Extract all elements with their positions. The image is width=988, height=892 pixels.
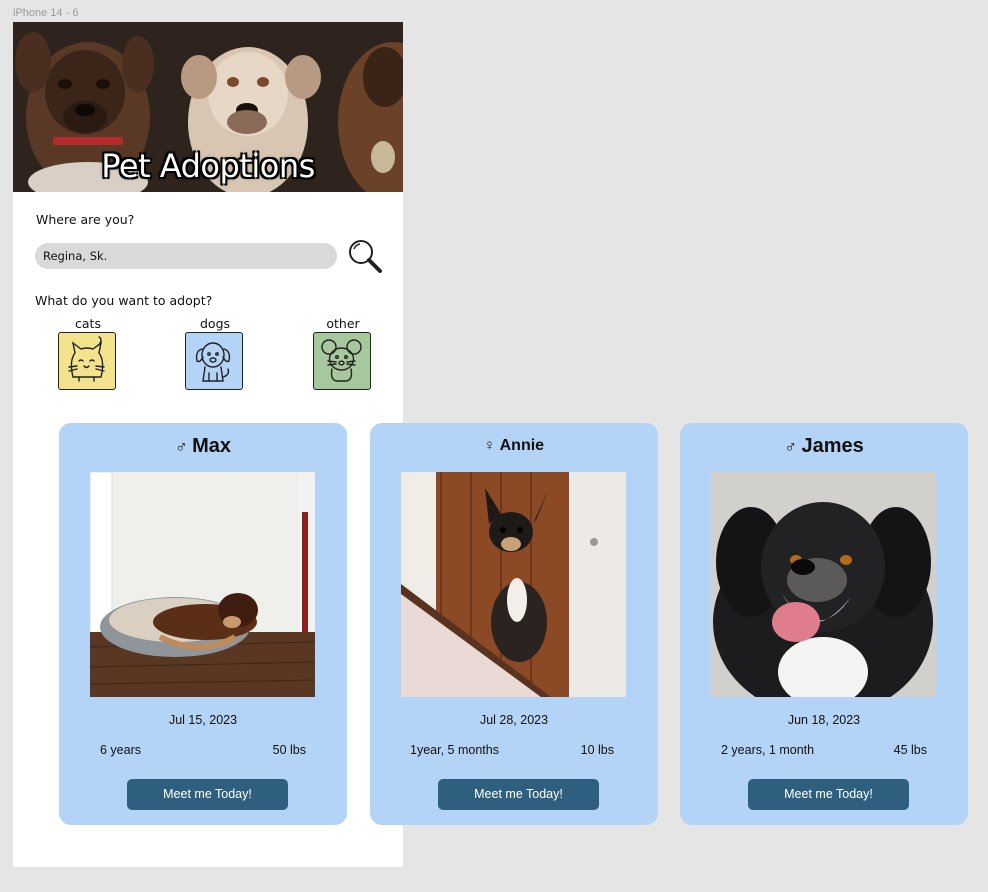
pet-card-annie[interactable]: ♀ Annie Jul 28, 2023 1year, 5 months 10 … <box>370 423 658 825</box>
page-title: Pet Adoptions <box>101 147 315 185</box>
pet-card-max[interactable]: ♂ Max Jul 15, 2023 6 years 50 lbs Meet m… <box>59 423 347 825</box>
meet-button[interactable]: Meet me Today! <box>748 779 909 810</box>
cat-icon <box>68 336 105 382</box>
pet-date: Jun 18, 2023 <box>787 713 861 727</box>
category-button-cats[interactable] <box>58 332 116 390</box>
pet-name: Annie <box>499 437 545 454</box>
pet-date: Jul 15, 2023 <box>168 713 238 727</box>
pet-weight: 10 lbs <box>580 743 614 757</box>
hero-banner: Pet Adoptions <box>13 22 403 192</box>
dog-icon <box>195 342 231 382</box>
pet-date: Jul 28, 2023 <box>479 713 549 727</box>
adopt-question: What do you want to adopt? <box>35 293 213 308</box>
pet-name-heading: ♀ Annie <box>370 437 658 455</box>
category-label-dogs: dogs <box>199 316 231 331</box>
male-icon: ♂ <box>784 437 797 456</box>
pet-name-heading: ♂ Max <box>59 435 347 458</box>
category-button-other[interactable] <box>313 332 371 390</box>
meet-button[interactable]: Meet me Today! <box>438 779 599 810</box>
location-question: Where are you? <box>36 212 135 227</box>
location-input[interactable]: Regina, Sk. <box>35 243 337 269</box>
category-button-dogs[interactable] <box>185 332 243 390</box>
mouse-icon <box>321 339 362 382</box>
pet-photo <box>90 472 315 697</box>
max-photo-image <box>90 472 315 697</box>
pet-photo <box>711 472 936 697</box>
pet-photo <box>401 472 626 697</box>
pet-name-heading: ♂ James <box>680 435 968 458</box>
male-icon: ♂ <box>174 437 188 456</box>
pet-name: Max <box>192 435 232 457</box>
category-label-other: other <box>326 316 360 331</box>
pet-age: 6 years <box>100 743 141 757</box>
pet-weight: 45 lbs <box>893 743 927 757</box>
pet-name: James <box>801 435 864 457</box>
search-icon[interactable] <box>347 238 383 274</box>
annie-photo-image <box>401 472 626 697</box>
pet-weight: 50 lbs <box>272 743 306 757</box>
james-photo-image <box>711 472 936 697</box>
frame-label: iPhone 14 - 6 <box>13 7 79 19</box>
pet-age: 1year, 5 months <box>410 743 499 757</box>
pet-card-james[interactable]: ♂ James Jun 18, 2023 2 years, 1 month 45… <box>680 423 968 825</box>
pet-age: 2 years, 1 month <box>721 743 815 757</box>
meet-button[interactable]: Meet me Today! <box>127 779 288 810</box>
category-label-cats: cats <box>75 316 101 331</box>
female-icon: ♀ <box>483 437 496 454</box>
